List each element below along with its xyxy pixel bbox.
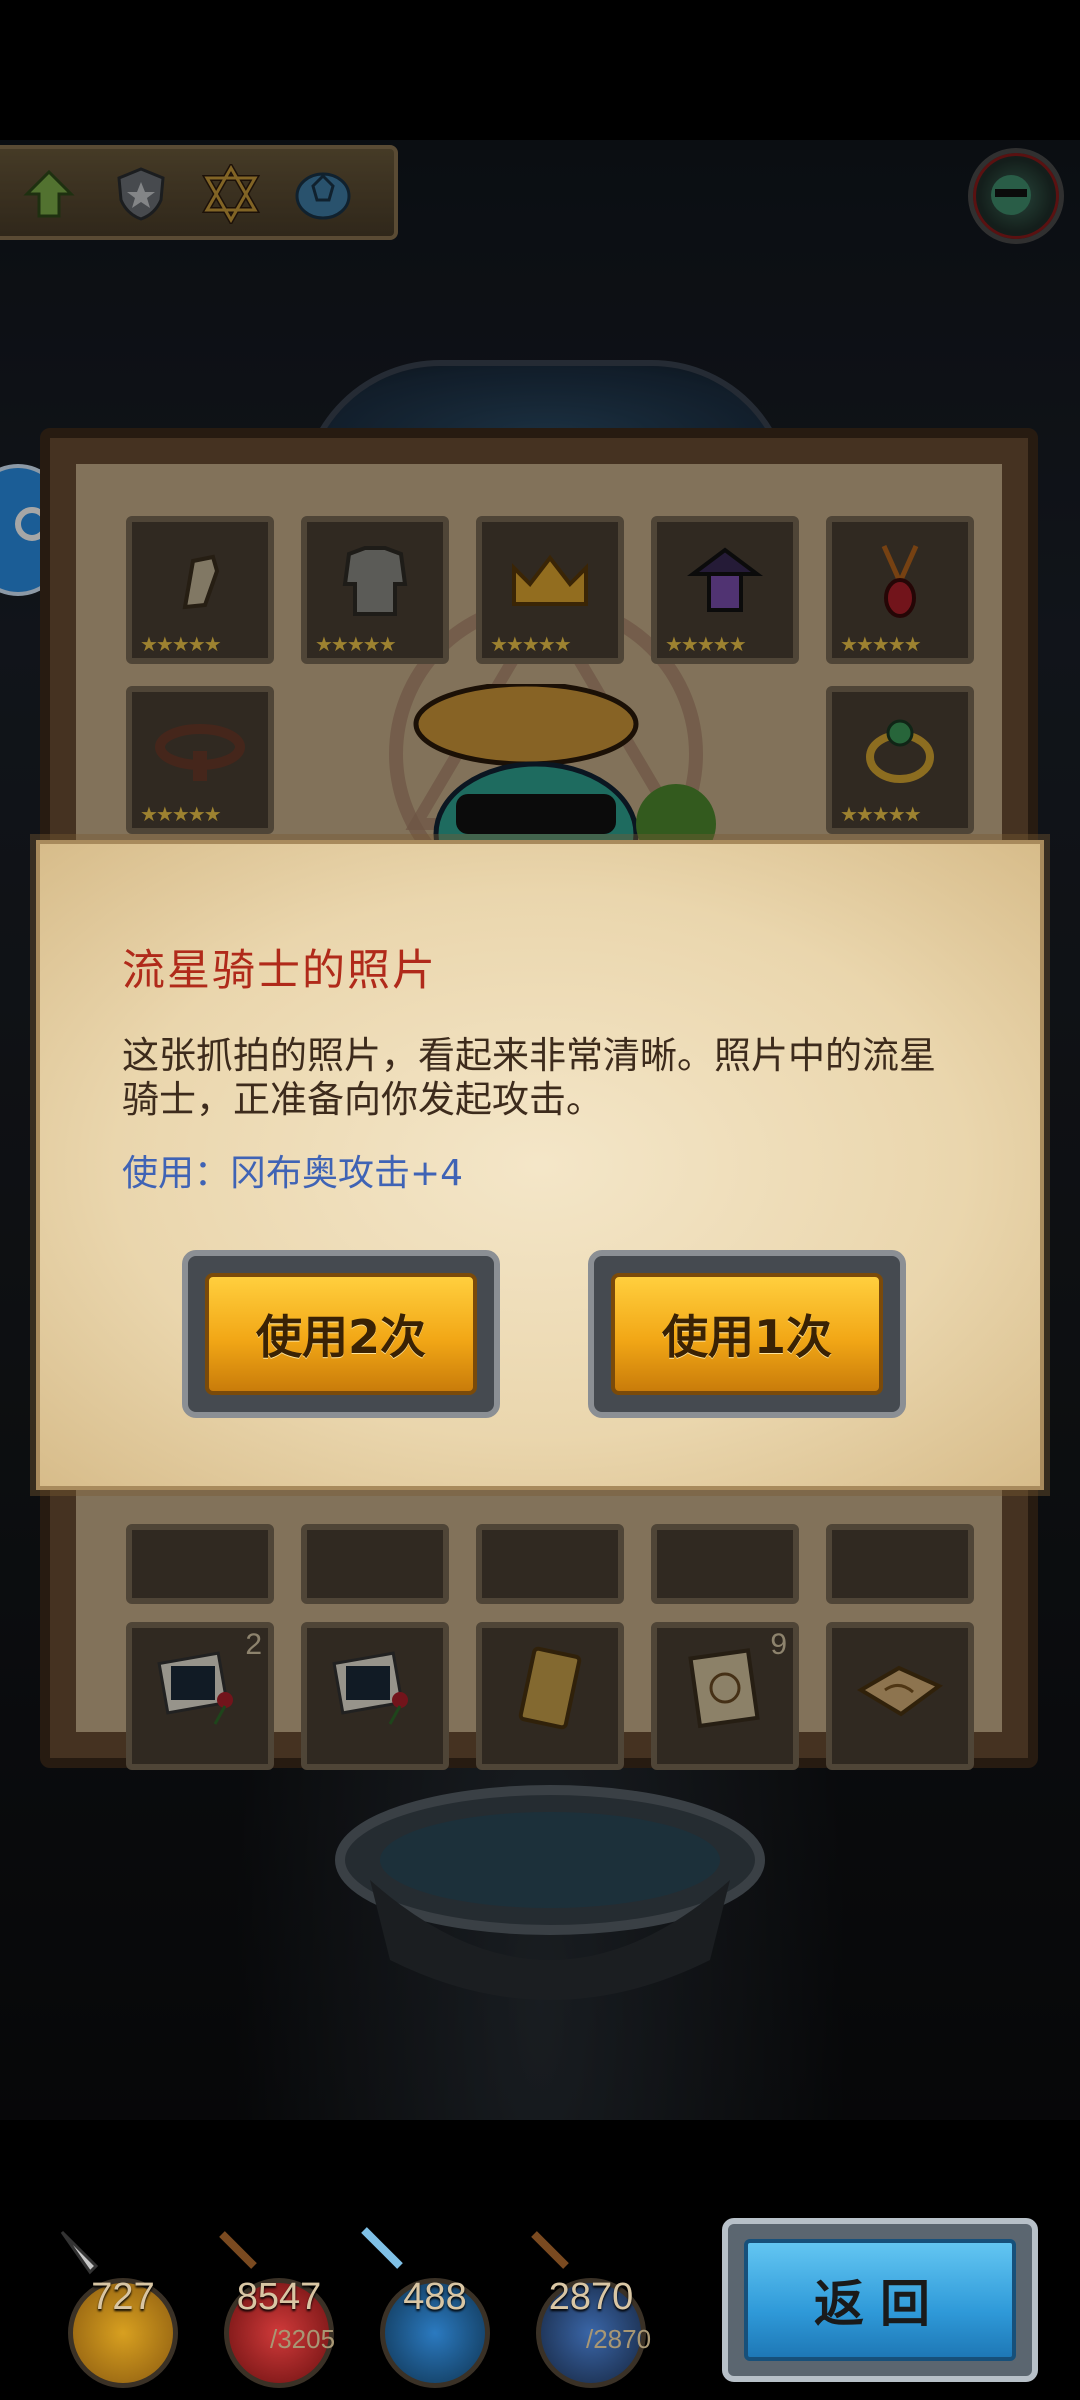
hp-max: /3205 [270,2324,336,2354]
use-twice-label: 使用2次 [205,1273,477,1395]
attack-value: 727 [91,2276,155,2318]
item-title: 流星骑士的照片 [122,946,437,996]
use-once-label: 使用1次 [611,1273,883,1395]
use-twice-button[interactable]: 使用2次 [182,1250,500,1418]
item-use-effect: 使用：冈布奥攻击+4 [122,1153,464,1194]
defense-max: /2870 [586,2324,652,2354]
item-description: 这张抓拍的照片，看起来非常清晰。照片中的流星骑士，正准备向你发起攻击。 [122,1034,936,1121]
back-label: 返回 [744,2239,1016,2361]
hp-value: 8547 [236,2276,322,2318]
defense-value: 2870 [548,2276,634,2318]
mana-value: 488 [403,2276,467,2318]
back-button[interactable]: 返回 [722,2218,1038,2382]
item-detail-dialog: 流星骑士的照片 这张抓拍的照片，看起来非常清晰。照片中的流星骑士，正准备向你发起… [36,840,1044,1490]
staff-icon [361,2227,403,2269]
use-once-button[interactable]: 使用1次 [588,1250,906,1418]
